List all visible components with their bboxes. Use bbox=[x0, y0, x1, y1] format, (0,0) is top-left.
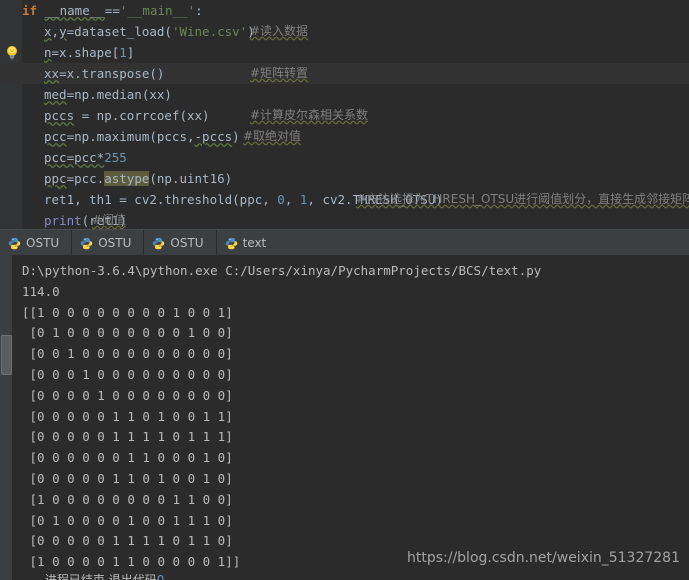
code-token: =np.median(xx) bbox=[66, 87, 172, 102]
console-matrix-row: [1 0 0 0 0 0 0 0 0 1 1 0 0] bbox=[22, 491, 233, 507]
code-line[interactable]: print(ret1) #阈值 bbox=[0, 210, 689, 229]
code-token: astype bbox=[104, 171, 150, 186]
code-line-text: pcc=pcc*255 bbox=[44, 147, 127, 168]
code-token: , bbox=[284, 192, 300, 207]
code-token: ret1, th1 = cv2.threshold(ppc, bbox=[44, 192, 278, 207]
code-line[interactable]: n=x.shape[1] bbox=[0, 42, 689, 63]
code-line-text: x,y=dataset_load('Wine.csv') bbox=[44, 21, 255, 42]
code-line-text: pcc=np.maximum(pccs,-pccs) bbox=[44, 126, 240, 147]
code-token: ) bbox=[232, 129, 240, 144]
intention-bulb-icon[interactable] bbox=[5, 45, 19, 60]
code-line-text: n=x.shape[1] bbox=[44, 42, 134, 63]
code-line[interactable]: pccs = np.corrcoef(xx) #计算皮尔森相关系数 bbox=[0, 105, 689, 126]
watermark-url: https://blog.csdn.net/weixin_51327281 bbox=[406, 550, 680, 566]
code-token: 'Wine.csv' bbox=[171, 24, 248, 39]
code-token: =dataset_load( bbox=[66, 24, 172, 39]
code-token: =np.maximum(pccs, bbox=[66, 129, 195, 144]
process-exit-message: 进程已结束,退出代码0 bbox=[22, 557, 164, 580]
code-token: =x.shape[ bbox=[51, 45, 120, 60]
code-line[interactable]: ppc=pcc.astype(np.uint16) bbox=[0, 168, 689, 189]
tab-ostu-1[interactable]: OSTU bbox=[72, 230, 145, 256]
console-command-line: D:\python-3.6.4\python.exe C:/Users/xiny… bbox=[22, 263, 542, 278]
code-line[interactable]: xx=x.transpose() #矩阵转置 bbox=[0, 63, 689, 84]
code-token: '__main__' bbox=[119, 3, 196, 18]
console-matrix-row: [0 1 0 0 0 0 1 0 0 1 1 1 0] bbox=[22, 512, 233, 528]
code-lines-container[interactable]: if __name__=='__main__': x,y=dataset_load… bbox=[0, 0, 689, 229]
code-token: pcc=pcc* bbox=[44, 150, 105, 165]
code-editor-pane[interactable]: if __name__=='__main__': x,y=dataset_load… bbox=[0, 0, 689, 229]
console-matrix-row: [0 0 0 0 0 1 1 0 1 0 0 1 1] bbox=[22, 408, 233, 424]
code-token: if bbox=[22, 3, 45, 18]
python-icon bbox=[225, 237, 237, 249]
code-line[interactable]: med=np.median(xx) bbox=[0, 84, 689, 105]
code-comment: #取绝对值 bbox=[243, 129, 302, 143]
code-token: 255 bbox=[104, 150, 127, 165]
console-matrix-row: [0 0 0 0 1 0 0 0 0 0 0 0 0] bbox=[22, 387, 233, 403]
code-line-text: xx=x.transpose() bbox=[44, 63, 164, 84]
console-matrix-row: [[1 0 0 0 0 0 0 0 0 1 0 0 1] bbox=[22, 304, 233, 320]
code-token: ] bbox=[126, 45, 135, 60]
code-line[interactable]: pcc=np.maximum(pccs,-pccs) #取绝对值 bbox=[0, 126, 689, 147]
python-icon bbox=[153, 237, 165, 249]
pycharm-window: if __name__=='__main__': x,y=dataset_load… bbox=[0, 0, 689, 580]
code-line-text: med=np.median(xx) bbox=[44, 84, 172, 105]
code-comment: #读入数据 bbox=[250, 24, 309, 38]
code-line[interactable]: pcc=pcc*255 bbox=[0, 147, 689, 168]
code-token: : bbox=[195, 3, 203, 18]
console-matrix-row: [0 1 0 0 0 0 0 0 0 0 1 0 0] bbox=[22, 325, 233, 341]
code-token: == bbox=[104, 3, 120, 18]
code-token: pccs bbox=[44, 108, 75, 123]
code-comment: #阈值 bbox=[92, 213, 127, 227]
code-token: =pcc. bbox=[66, 171, 105, 186]
code-token: 1 bbox=[119, 45, 127, 60]
tab-text-3[interactable]: text bbox=[216, 230, 279, 256]
code-comment: #计算皮尔森相关系数 bbox=[250, 108, 369, 122]
console-scrollbar-track[interactable] bbox=[0, 255, 12, 580]
code-line[interactable]: ret1, th1 = cv2.threshold(ppc, 0, 1, cv2… bbox=[0, 189, 689, 210]
console-matrix-row: [0 0 1 0 0 0 0 0 0 0 0 0 0] bbox=[22, 346, 233, 362]
code-line-text: if __name__=='__main__': bbox=[22, 0, 203, 21]
code-token: ppc bbox=[44, 171, 67, 186]
code-token: -pccs bbox=[194, 129, 233, 144]
tab-ostu-0[interactable]: OSTU bbox=[0, 230, 73, 256]
code-token: x bbox=[44, 24, 52, 39]
python-icon bbox=[8, 237, 21, 249]
console-matrix-row: [0 0 0 0 0 1 1 1 1 0 1 1 1] bbox=[22, 429, 233, 445]
code-token: = np.corrcoef(xx) bbox=[74, 108, 210, 123]
code-line[interactable]: if __name__=='__main__': bbox=[0, 0, 689, 21]
code-token: , bbox=[51, 24, 60, 39]
console-matrix-row: [0 0 0 0 0 1 1 0 1 0 0 1 0] bbox=[22, 470, 233, 486]
run-tool-window-tabs[interactable]: OSTU OSTU OSTU text bbox=[0, 229, 689, 256]
code-token: print bbox=[44, 213, 82, 228]
exit-code-value: 0 bbox=[156, 573, 165, 580]
code-token: n bbox=[44, 45, 52, 60]
console-output: D:\python-3.6.4\python.exe C:/Users/xiny… bbox=[22, 261, 689, 573]
run-console-pane[interactable]: D:\python-3.6.4\python.exe C:/Users/xiny… bbox=[0, 255, 689, 580]
code-token: =x.transpose() bbox=[59, 66, 165, 81]
code-token: (np.uint16) bbox=[149, 171, 233, 186]
code-token: med bbox=[44, 87, 67, 102]
code-line-text: ppc=pcc.astype(np.uint16) bbox=[44, 168, 232, 189]
exit-message-text: 进程已结束,退出代码 bbox=[44, 573, 157, 580]
tab-label: OSTU bbox=[98, 236, 132, 250]
python-icon bbox=[81, 237, 93, 249]
console-threshold-value: 114.0 bbox=[22, 283, 60, 299]
code-token: y bbox=[59, 24, 67, 39]
tab-label: OSTU bbox=[26, 236, 60, 250]
code-comment: #方法选择为THRESH_OTSU进行阈值划分，直接生成邻接矩阵 bbox=[356, 192, 689, 206]
tab-label: text bbox=[242, 236, 267, 250]
code-line[interactable]: x,y=dataset_load('Wine.csv') #读入数据 bbox=[0, 21, 689, 42]
console-scrollbar-thumb[interactable] bbox=[1, 335, 12, 375]
code-line-text: pccs = np.corrcoef(xx) bbox=[44, 105, 210, 126]
tab-label: OSTU bbox=[170, 236, 204, 250]
console-matrix-row: [0 0 0 0 0 0 1 1 0 0 0 1 0] bbox=[22, 450, 233, 466]
code-token: xx bbox=[44, 66, 60, 81]
console-matrix-row: [0 0 0 1 0 0 0 0 0 0 0 0 0] bbox=[22, 366, 233, 382]
code-comment: #矩阵转置 bbox=[250, 66, 309, 80]
code-token: pcc bbox=[44, 129, 67, 144]
code-token: 0 bbox=[277, 192, 285, 207]
code-token: __name__ bbox=[44, 3, 105, 18]
tab-ostu-2[interactable]: OSTU bbox=[144, 230, 217, 256]
